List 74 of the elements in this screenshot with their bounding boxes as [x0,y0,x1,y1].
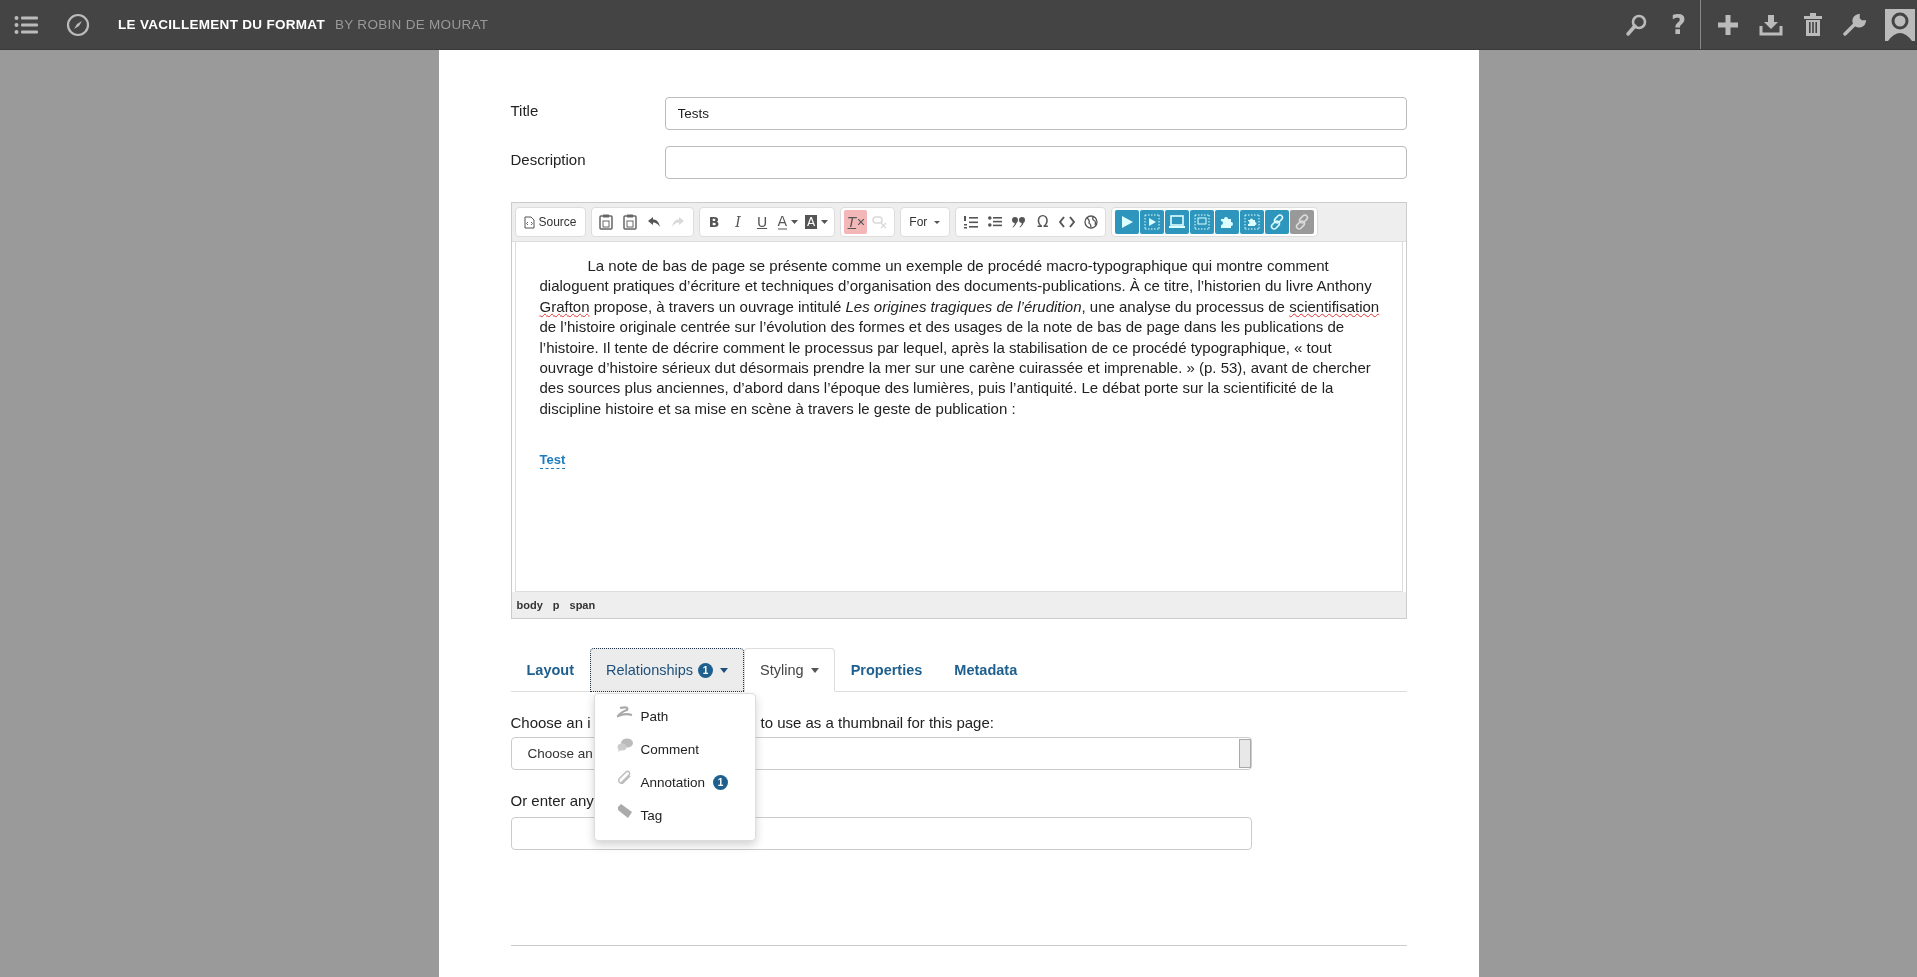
element-path-item[interactable]: span [569,599,596,611]
tab[interactable]: Styling [744,648,835,692]
play-icon [1120,215,1135,229]
remove-format-button[interactable]: T [844,210,868,234]
editor-link[interactable]: Test [539,452,566,470]
site-title: LE VACILLEMENT DU FORMAT [118,17,325,32]
tab[interactable]: Layout [510,648,591,692]
menu-item[interactable]: Path [594,700,755,733]
format-dropdown[interactable]: For [904,210,947,234]
undo-icon [647,216,662,228]
puzzle-icon [1220,215,1235,229]
download-icon[interactable] [1759,13,1783,36]
frame-button[interactable] [1190,210,1215,234]
globe-icon [1083,215,1098,229]
play-button[interactable] [1115,210,1140,234]
puzzle-frame-icon [1244,214,1261,230]
frame-icon [1194,214,1211,230]
path-icon [616,705,633,718]
link-icon [1269,214,1286,230]
compass-icon[interactable] [66,12,90,37]
count-badge: 1 [698,662,714,678]
element-path-item[interactable]: body [516,599,543,611]
menu-item[interactable]: Tag [594,799,755,832]
bulleted-list-icon [987,216,1002,228]
document-icon [523,215,535,229]
site-author: BY ROBIN DE MOURAT [334,17,489,32]
laptop-icon [1169,215,1186,229]
remove-style-icon [871,215,888,229]
underline-button[interactable]: U [750,210,774,234]
puzzle-button[interactable] [1215,210,1240,234]
caret-icon [791,220,799,224]
user-avatar[interactable] [1885,8,1915,41]
media-frame-icon [1144,214,1161,230]
tab[interactable]: Metadata [938,648,1034,692]
redo-icon [671,216,686,228]
menu-icon[interactable] [14,14,38,35]
description-field[interactable] [664,146,1407,179]
clipboard-icon [599,214,614,230]
thumbnail-label: to use as a thumbnail for this page: [760,714,994,731]
caret-icon [933,219,942,225]
speech-bubbles-icon [616,737,633,752]
search-icon[interactable] [1624,12,1649,37]
cross-icon [858,219,865,225]
media-button[interactable] [1140,210,1165,234]
wrench-icon[interactable] [1843,12,1867,37]
editor-paragraph: La note de bas de page se présente comme un exemple de procédé macro-typographique qui montre comment dialoguent pratiques d’écriture et techniques d’organisation des documents-publications. À ce titre, l’historien du livre Anthony Grafton propose, à travers un ouvrage intitulé Les origines tragiques de l’érudition, une analyse du processus de scientifisation de l’histoire originale centrée sur l’évolution des formes et des usages de la note de bas de page dans les publications de l’histoire. Il tente de décrire comment le processus par lequel, après la stabilisation de ce procédé typographique, « tout ouvrage d’histoire sérieux dut désormais prendre la mer sur une carène cuirassée et imprenable. » (p. 53), avant de chercher des sources plus anciennes, d’abord dans l’époque des lumières, puis l’antiquité. Le débat porte sur la scientificité de la discipline histoire et sa mise en scène à travers le geste de publication : [539,256,1381,419]
caret-icon [821,220,829,224]
link-icon [1294,214,1311,230]
italic-button[interactable]: I [726,210,750,234]
text-color-button[interactable]: A [774,210,802,234]
tab[interactable]: Properties [834,648,939,692]
source-button[interactable]: Source [518,210,582,234]
description-label: Description [510,150,587,168]
title-label: Title [510,101,540,119]
help-button[interactable]: ? [1670,9,1686,40]
trash-icon[interactable] [1803,12,1823,37]
title-field[interactable]: Tests [664,97,1407,130]
link-button[interactable] [1265,210,1290,234]
bold-button[interactable]: B [702,210,726,234]
puzzle-frame-button[interactable] [1240,210,1265,234]
special-character-button[interactable]: Ω [1031,210,1055,234]
add-icon[interactable] [1717,13,1739,36]
element-path-item[interactable]: p [552,599,560,611]
quote-icon [1011,216,1026,228]
numbered-list-icon [963,215,978,229]
clipboard-icon [623,214,638,230]
laptop-button[interactable] [1165,210,1190,234]
count-badge: 1 [713,775,729,790]
url-label: Or enter any [510,792,594,809]
paperclip-icon [616,769,633,786]
code-icon [1058,216,1075,228]
background-color-button[interactable]: A [802,210,832,234]
thumbnail-label: Choose an i [510,714,591,731]
tab[interactable]: Relationships 1 [590,648,745,692]
